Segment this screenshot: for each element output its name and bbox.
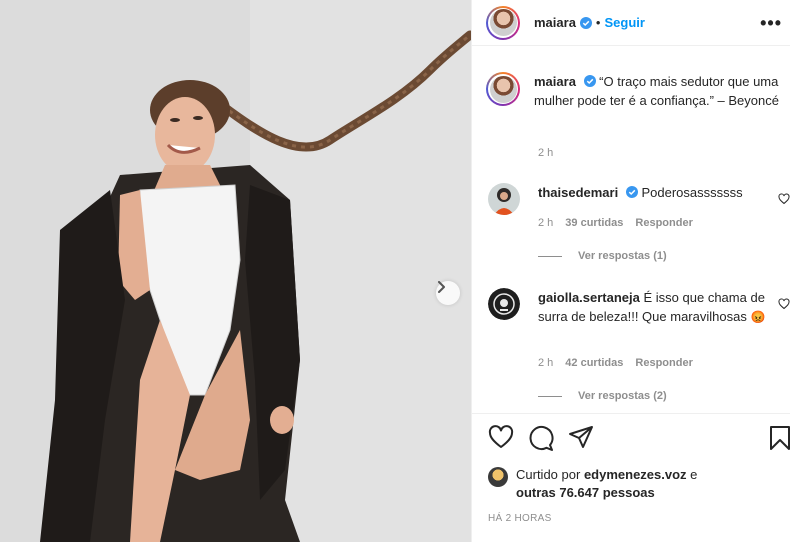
comment-username[interactable]: thaisedemari xyxy=(538,185,618,200)
chevron-right-icon xyxy=(438,281,445,293)
caption-avatar[interactable] xyxy=(486,72,520,106)
comment-time[interactable]: 2 h xyxy=(538,357,553,369)
commenter-avatar[interactable] xyxy=(488,183,520,215)
reply-button[interactable]: Responder xyxy=(635,357,692,369)
comment-button[interactable] xyxy=(528,425,554,454)
more-options-icon[interactable]: ••• xyxy=(760,13,782,34)
likes-text: Curtido por edymenezes.voz e outras 76.6… xyxy=(516,466,697,502)
save-button[interactable] xyxy=(769,425,790,454)
post-photo[interactable] xyxy=(0,0,471,542)
liked-by-connector: e xyxy=(690,467,698,482)
comment-like-heart-icon[interactable] xyxy=(778,193,790,205)
liked-by-user[interactable]: edymenezes.voz xyxy=(584,467,687,482)
view-replies-button[interactable]: Ver respostas (1) xyxy=(538,250,667,262)
reply-button[interactable]: Responder xyxy=(635,217,692,229)
header-divider xyxy=(472,45,790,46)
view-replies-label: Ver respostas (2) xyxy=(578,390,667,402)
paper-plane-icon xyxy=(569,426,593,448)
commenter-avatar[interactable] xyxy=(488,288,520,320)
caption-username[interactable]: maiara xyxy=(534,74,576,89)
share-button[interactable] xyxy=(568,425,594,452)
comment-likes-count[interactable]: 42 curtidas xyxy=(565,357,623,369)
avatar[interactable] xyxy=(486,5,520,40)
comment-icon xyxy=(529,426,554,451)
comment-body: gaiolla.sertaneja É isso que chama de su… xyxy=(538,288,768,327)
posted-time[interactable]: HÁ 2 HORAS xyxy=(488,513,552,524)
comment-item: gaiolla.sertaneja É isso que chama de su… xyxy=(488,288,790,327)
like-button[interactable] xyxy=(488,425,514,452)
replies-line xyxy=(538,395,562,397)
comment-meta: 2 h 39 curtidas Responder xyxy=(538,217,693,229)
comment-username[interactable]: gaiolla.sertaneja xyxy=(538,290,640,305)
avatar-image xyxy=(489,75,517,103)
woman-portrait-illustration xyxy=(0,0,471,542)
replies-line xyxy=(538,255,562,257)
heart-icon xyxy=(488,425,514,448)
actions-divider xyxy=(472,413,790,414)
view-replies-label: Ver respostas (1) xyxy=(578,250,667,262)
post-caption: maiara “O traço mais sedutor que uma mul… xyxy=(486,72,786,110)
comment-like-heart-icon[interactable] xyxy=(778,298,790,310)
comment-body: thaisedemari Poderosasssssss xyxy=(538,183,768,215)
caption-time[interactable]: 2 h xyxy=(538,147,553,159)
liker-avatar[interactable] xyxy=(488,467,508,487)
post-header: maiara • Seguir xyxy=(472,0,790,45)
avatar-image xyxy=(489,9,517,36)
comment-likes-count[interactable]: 39 curtidas xyxy=(565,217,623,229)
bookmark-icon xyxy=(770,426,790,450)
comment-meta: 2 h 42 curtidas Responder xyxy=(538,357,693,369)
view-replies-button[interactable]: Ver respostas (2) xyxy=(538,390,667,402)
comment-time[interactable]: 2 h xyxy=(538,217,553,229)
next-photo-button[interactable] xyxy=(436,281,460,305)
liked-by-others[interactable]: outras 76.647 pessoas xyxy=(516,485,655,500)
comment-text: Poderosasssssss xyxy=(641,185,743,200)
verified-badge-icon xyxy=(579,16,592,29)
liked-by-prefix: Curtido por xyxy=(516,467,581,482)
post-actions-bar xyxy=(486,425,790,455)
post-author-username[interactable]: maiara xyxy=(534,15,576,30)
post-side-panel: maiara • Seguir ••• maiara “O traço mais… xyxy=(471,0,790,542)
separator-dot: • xyxy=(595,15,601,30)
likes-summary: Curtido por edymenezes.voz e outras 76.6… xyxy=(488,466,697,502)
verified-badge-icon xyxy=(625,186,638,198)
comment-item: thaisedemari Poderosasssssss xyxy=(488,183,790,215)
angry-emoji: 😡 xyxy=(750,310,766,324)
follow-button[interactable]: Seguir xyxy=(604,15,644,30)
caption-text-block: maiara “O traço mais sedutor que uma mul… xyxy=(534,72,779,110)
verified-badge-icon xyxy=(583,75,596,87)
